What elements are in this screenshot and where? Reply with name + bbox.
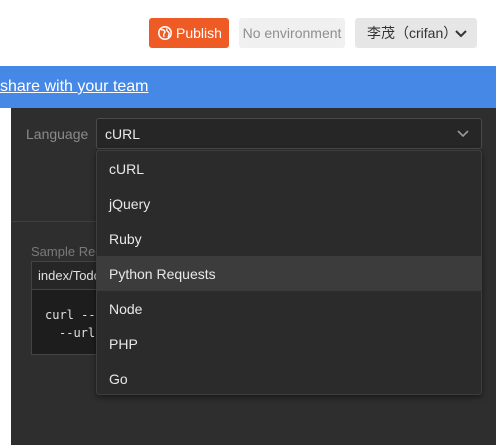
language-option-go[interactable]: Go (97, 361, 481, 396)
sample-request-label: Sample Req (31, 244, 103, 259)
publish-label: Publish (176, 25, 222, 41)
code-line: --url (59, 326, 101, 340)
code-line: curl --r (45, 308, 101, 322)
language-selected-value: cURL (105, 126, 141, 142)
globe-icon (158, 26, 172, 40)
language-select[interactable]: cURL (96, 118, 482, 149)
environment-label: No environment (242, 25, 342, 41)
sample-request-tab[interactable]: index/Todo (31, 261, 101, 289)
option-label: jQuery (109, 196, 151, 212)
left-strip (0, 108, 11, 445)
language-label: Language (26, 126, 89, 142)
share-link[interactable]: share with your team (0, 78, 149, 96)
share-banner: share with your team (0, 66, 496, 108)
option-label: Node (109, 301, 143, 317)
language-option-curl[interactable]: cURL (97, 151, 481, 186)
language-option-jquery[interactable]: jQuery (97, 186, 481, 221)
option-label: Go (109, 371, 128, 387)
chevron-down-icon (455, 30, 467, 38)
divider (11, 221, 96, 222)
language-option-node[interactable]: Node (97, 291, 481, 326)
language-option-python-requests[interactable]: Python Requests (97, 256, 481, 291)
user-label: 李茂（crifan） (367, 25, 458, 41)
user-menu-button[interactable]: 李茂（crifan） (355, 18, 477, 48)
option-label: PHP (109, 336, 138, 352)
top-bar: Publish No environment 李茂（crifan） (0, 0, 496, 66)
language-option-ruby[interactable]: Ruby (97, 221, 481, 256)
option-label: Ruby (109, 231, 142, 247)
environment-selector[interactable]: No environment (239, 18, 345, 48)
code-snippet: curl --r --url (31, 289, 101, 355)
option-label: cURL (109, 161, 145, 177)
chevron-down-icon (457, 130, 469, 138)
option-label: Python Requests (109, 266, 216, 282)
publish-button[interactable]: Publish (149, 18, 229, 48)
language-dropdown: cURL jQuery Ruby Python Requests Node PH… (96, 150, 482, 395)
language-option-php[interactable]: PHP (97, 326, 481, 361)
